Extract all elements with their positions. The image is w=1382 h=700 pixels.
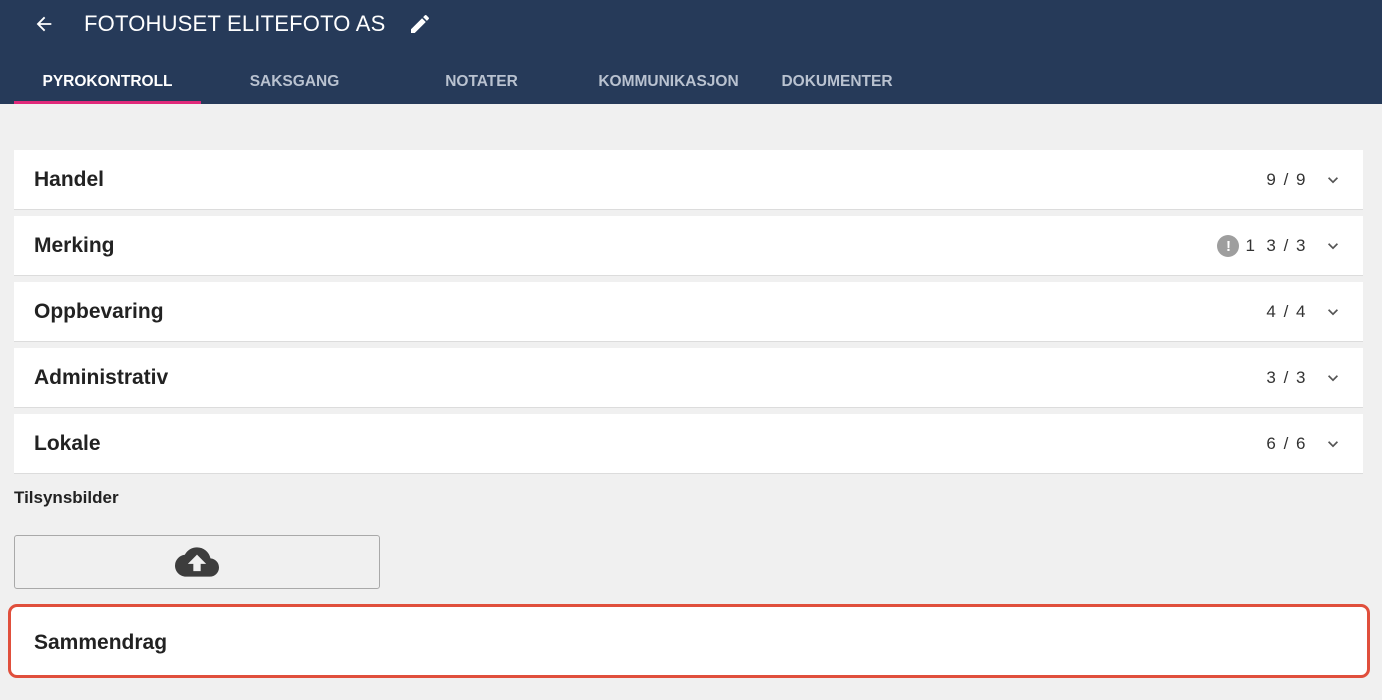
section-count: 6 / 6	[1266, 434, 1307, 453]
tab-saksgang[interactable]: SAKSGANG	[201, 60, 388, 104]
tab-notater[interactable]: NOTATER	[388, 60, 575, 104]
section-count: 9 / 9	[1266, 170, 1307, 189]
chevron-down-icon	[1323, 302, 1343, 322]
section-title: Lokale	[34, 432, 101, 455]
tab-kommunikasjon[interactable]: KOMMUNIKASJON	[575, 60, 762, 104]
upload-images-button[interactable]	[14, 535, 380, 589]
section-lokale[interactable]: Lokale 6 / 6	[14, 414, 1363, 474]
back-button[interactable]	[30, 10, 58, 38]
section-title: Handel	[34, 168, 105, 191]
chevron-down-icon	[1323, 170, 1343, 190]
warning-badge: ! 1	[1217, 235, 1256, 257]
section-count: 4 / 4	[1266, 302, 1307, 321]
app-header: FOTOHUSET ELITEFOTO AS PYROKONTROLL SAKS…	[0, 0, 1382, 104]
cloud-upload-icon	[175, 547, 219, 577]
summary-field[interactable]: Sammendrag	[8, 604, 1370, 678]
section-handel[interactable]: Handel 9 / 9	[14, 150, 1363, 210]
chevron-down-icon	[1323, 434, 1343, 454]
pencil-icon	[411, 14, 430, 34]
section-oppbevaring[interactable]: Oppbevaring 4 / 4	[14, 282, 1363, 342]
section-administrativ[interactable]: Administrativ 3 / 3	[14, 348, 1363, 408]
chevron-down-icon	[1323, 368, 1343, 388]
tab-dokumenter[interactable]: DOKUMENTER	[762, 60, 912, 104]
section-merking[interactable]: Merking ! 1 3 / 3	[14, 216, 1363, 276]
page-title: FOTOHUSET ELITEFOTO AS	[84, 11, 386, 36]
exclamation-icon: !	[1217, 235, 1240, 257]
section-title: Administrativ	[34, 366, 169, 389]
summary-label: Sammendrag	[34, 631, 168, 654]
section-count: 3 / 3	[1266, 368, 1307, 387]
section-count: 3 / 3	[1266, 236, 1307, 255]
tab-bar: PYROKONTROLL SAKSGANG NOTATER KOMMUNIKAS…	[14, 60, 1014, 104]
section-title: Oppbevaring	[34, 300, 164, 323]
tab-pyrokontroll[interactable]: PYROKONTROLL	[14, 60, 201, 104]
images-label: Tilsynsbilder	[14, 488, 119, 507]
arrow-left-icon	[36, 16, 52, 32]
section-title: Merking	[34, 234, 115, 257]
warning-count: 1	[1245, 236, 1257, 255]
chevron-down-icon	[1323, 236, 1343, 256]
edit-title-button[interactable]	[406, 10, 434, 38]
